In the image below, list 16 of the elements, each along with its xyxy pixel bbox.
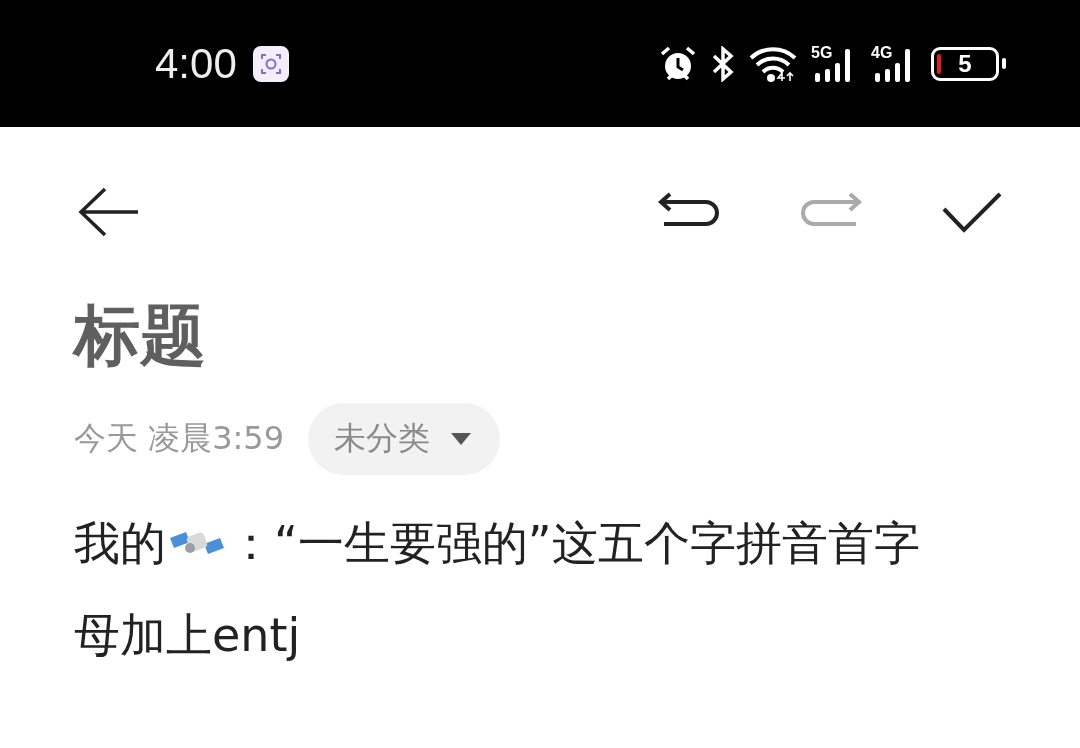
note-date: 今天 凌晨3:59 (74, 418, 285, 459)
signal-indicator: 5G (811, 44, 857, 83)
clock: 4:00 (155, 39, 237, 88)
battery-indicator: 5 (931, 46, 1006, 81)
note-text: 母加上entj (74, 607, 301, 664)
note-title[interactable]: 标题 (74, 291, 1006, 381)
wifi-icon (749, 44, 797, 83)
note-text: ：“一生要强的”这五个字拼音首字 (228, 515, 920, 572)
alarm-icon (659, 44, 697, 83)
screen-recorder-icon (252, 45, 289, 82)
bluetooth-icon (711, 45, 735, 82)
note-text: 我的 (74, 515, 166, 572)
checkmark-icon[interactable] (942, 191, 1002, 233)
signal-indicator: 4G (871, 44, 917, 83)
caret-icon (450, 432, 473, 446)
back-arrow-icon[interactable] (78, 187, 140, 237)
